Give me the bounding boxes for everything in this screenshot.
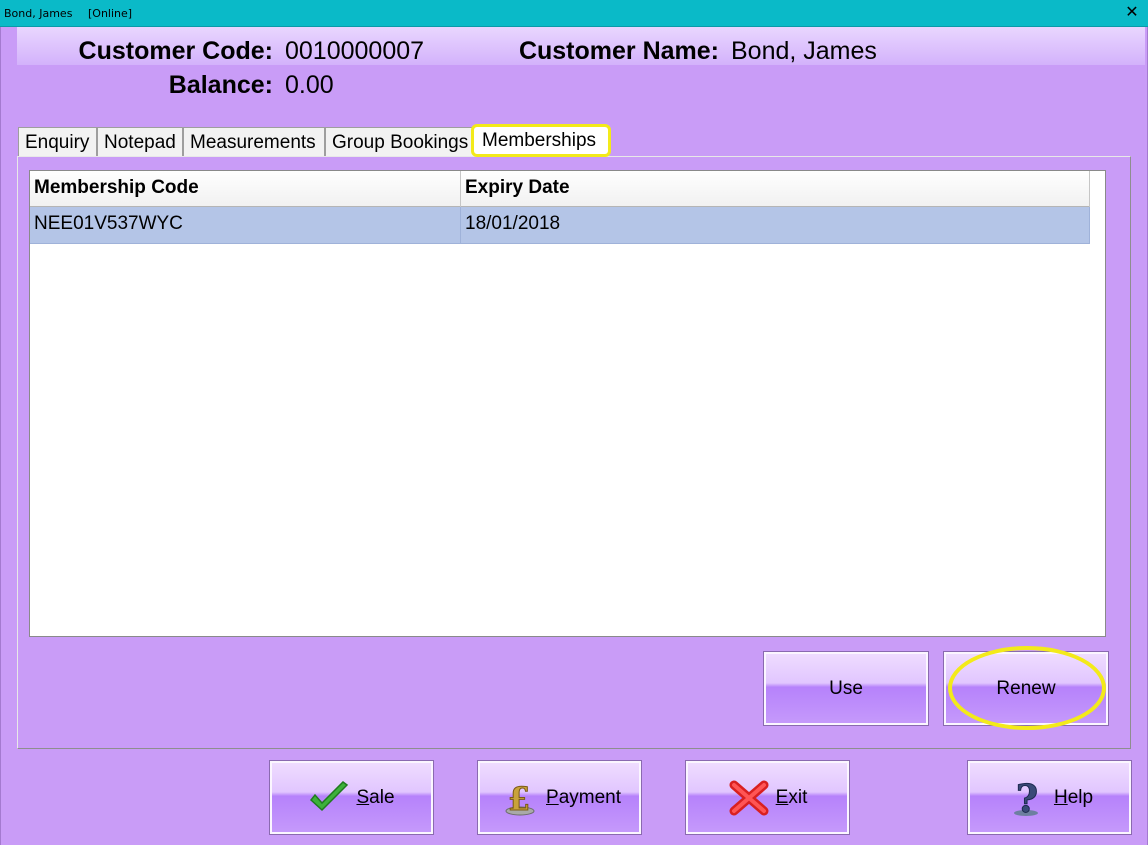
tab-group-bookings[interactable]: Group Bookings <box>325 127 475 156</box>
svg-text:£: £ <box>508 780 530 817</box>
membership-code-cell: NEE01V537WYC <box>30 207 461 244</box>
pound-sign-icon: £ <box>505 779 535 817</box>
customer-name-value: Bond, James <box>731 37 877 65</box>
help-button-label: Help <box>1053 786 1094 808</box>
tab-enquiry[interactable]: Enquiry <box>18 127 97 156</box>
exit-button-label: Exit <box>775 786 808 808</box>
customer-name-label: Customer Name: <box>518 37 719 65</box>
question-mark-icon: ? <box>1013 779 1039 817</box>
red-x-icon <box>729 780 769 815</box>
exit-button[interactable]: Exit <box>686 761 849 834</box>
column-membership-code[interactable]: Membership Code <box>30 171 461 207</box>
grid-header: Membership Code Expiry Date <box>30 171 1090 207</box>
window-title: Bond, James <box>4 7 73 20</box>
renew-button-label: Renew <box>996 677 1056 699</box>
use-button[interactable]: Use <box>764 652 928 725</box>
renew-button[interactable]: Renew <box>944 652 1108 725</box>
sale-button[interactable]: Sale <box>270 761 433 834</box>
close-icon[interactable]: ✕ <box>1124 4 1140 22</box>
tab-measurements[interactable]: Measurements <box>183 127 325 156</box>
checkmark-icon <box>310 780 349 811</box>
balance-label: Balance: <box>168 71 273 99</box>
column-expiry-date[interactable]: Expiry Date <box>461 171 1090 207</box>
balance-value: 0.00 <box>285 71 334 99</box>
use-button-label: Use <box>829 677 863 699</box>
payment-button-label: Payment <box>546 786 621 808</box>
tab-memberships[interactable]: Memberships <box>471 124 611 157</box>
help-button[interactable]: ? Help <box>968 761 1131 834</box>
customer-code-label: Customer Code: <box>78 37 273 65</box>
table-row[interactable]: NEE01V537WYC 18/01/2018 <box>30 207 1090 244</box>
svg-text:?: ? <box>1016 779 1038 817</box>
sale-button-label: Sale <box>356 786 395 808</box>
titlebar: Bond, James [Online] ✕ <box>0 0 1148 27</box>
memberships-grid: Membership Code Expiry Date NEE01V537WYC… <box>29 170 1106 637</box>
payment-button[interactable]: £ Payment <box>478 761 641 834</box>
online-status: [Online] <box>88 7 133 20</box>
customer-code-value: 0010000007 <box>285 37 425 65</box>
tab-notepad[interactable]: Notepad <box>97 127 183 156</box>
customer-window: Customer Code: 0010000007 Customer Name:… <box>0 27 1148 845</box>
expiry-date-cell: 18/01/2018 <box>461 207 1090 244</box>
